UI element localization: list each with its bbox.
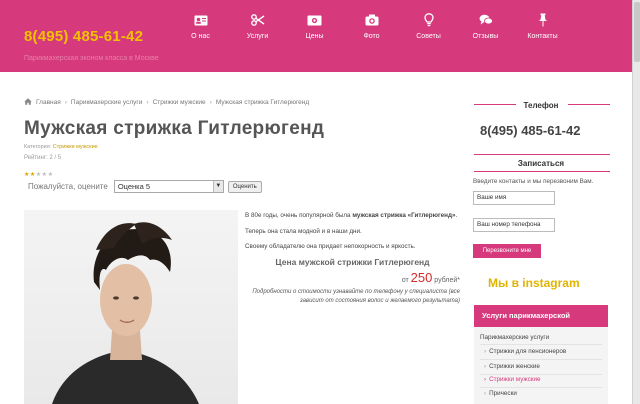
rating-form: Пожалуйста, оцените Оценка 5 ▼ Оценить: [28, 180, 262, 193]
service-item-label: Стрижки для пенсионеров: [489, 348, 567, 355]
price-row: от 250 рублей*: [245, 270, 460, 286]
lightbulb-icon: [400, 12, 457, 28]
divider: [480, 387, 602, 388]
divider: [474, 171, 610, 172]
price-note: Подробности о стоимости узнавайте по тел…: [252, 288, 460, 304]
service-item-active[interactable]: › Стрижки мужские: [484, 376, 541, 383]
article-bold-text: мужская стрижка «Гитлерюгенд»: [352, 212, 456, 219]
money-icon: [286, 12, 343, 28]
breadcrumb-separator: ›: [146, 99, 149, 106]
nav-services-label: Услуги: [246, 33, 269, 40]
site-header: 8(495) 485-61-42 Парикмахерская эконом к…: [0, 0, 632, 72]
services-widget-title: Услуги парикмахерской: [474, 305, 608, 327]
breadcrumb: Главная › Парикмахерские услуги › Стрижк…: [24, 98, 313, 107]
breadcrumb-separator: ›: [64, 99, 67, 106]
nav-photos[interactable]: Фото: [343, 12, 400, 40]
sidebar-phone[interactable]: 8(495) 485-61-42: [480, 123, 580, 138]
nav-about-label: О нас: [191, 33, 210, 40]
chevron-down-icon[interactable]: ▼: [212, 181, 223, 192]
sidebar-phone-title: Телефон: [523, 101, 559, 110]
pin-icon: [514, 12, 571, 28]
id-card-icon: [172, 12, 229, 28]
nav-reviews[interactable]: Отзывы: [457, 12, 514, 40]
callback-button[interactable]: Перезвоните мне: [473, 244, 541, 258]
nav-contacts-label: Контакты: [527, 33, 558, 40]
name-input[interactable]: Ваше имя: [473, 191, 555, 205]
rating-select-value: Оценка 5: [117, 182, 151, 191]
article-paragraph: В 80е годы, очень популярной была мужска…: [245, 211, 460, 221]
price-prefix: от: [401, 277, 409, 284]
header-phone[interactable]: 8(495) 485-61-42: [24, 28, 143, 45]
instagram-link[interactable]: Мы в instagram: [488, 276, 580, 290]
nav-about[interactable]: О нас: [172, 12, 229, 40]
divider: [480, 359, 602, 360]
service-item-label: Стрижки женские: [489, 363, 540, 370]
star-icon[interactable]: ★: [48, 172, 54, 178]
nav-photos-label: Фото: [363, 33, 380, 40]
phone-input[interactable]: Ваш номер телефона: [473, 218, 555, 232]
comments-icon: [457, 12, 514, 28]
breadcrumb-services[interactable]: Парикмахерские услуги: [71, 99, 142, 106]
breadcrumb-separator: ›: [209, 99, 212, 106]
breadcrumb-current: Мужская стрижка Гитлерюгенд: [215, 99, 310, 106]
rating-select[interactable]: Оценка 5 ▼: [113, 180, 224, 193]
scrollbar-thumb[interactable]: [634, 2, 640, 62]
article-text: В 80е годы, очень популярной была: [245, 212, 353, 219]
home-icon: [24, 98, 32, 107]
category-link[interactable]: Стрижки мужские: [53, 144, 98, 150]
divider: [480, 374, 602, 375]
price-title: Цена мужской стрижки Гитлерюгенд: [275, 256, 430, 267]
header-tagline: Парикмахерская эконом класса в Москве: [24, 55, 159, 62]
main-nav: О нас Услуги Цены Фото Советы Отзывы Кон…: [172, 12, 571, 40]
nav-services[interactable]: Услуги: [229, 12, 286, 40]
nav-prices[interactable]: Цены: [286, 12, 343, 40]
rate-button[interactable]: Оценить: [227, 180, 262, 193]
rating-stars: ★★★★★: [24, 171, 53, 178]
category-label: Категория:: [24, 144, 52, 150]
post-category: Категория: Стрижки мужские: [24, 144, 98, 150]
post-rating: Рейтинг: 2 / 5: [24, 155, 61, 161]
service-item-label: Стрижки мужские: [489, 376, 541, 383]
page-title: Мужская стрижка Гитлерюгенд: [24, 118, 325, 139]
breadcrumb-mens[interactable]: Стрижки мужские: [153, 99, 206, 106]
divider: [480, 344, 602, 345]
rating-prompt: Пожалуйста, оцените: [28, 182, 108, 191]
camera-icon: [343, 12, 400, 28]
nav-prices-label: Цены: [305, 33, 324, 40]
service-item-label: Прически: [489, 390, 517, 397]
scissors-icon: [229, 12, 286, 28]
page-scrollbar[interactable]: [632, 0, 640, 404]
article-paragraph: Теперь она стала модной и в наши дни.: [245, 227, 362, 235]
haircut-photo: [24, 210, 238, 404]
nav-reviews-label: Отзывы: [472, 33, 499, 40]
price-value: 250: [410, 270, 433, 285]
service-item[interactable]: › Стрижки женские: [484, 363, 540, 370]
price-suffix: рублей*: [434, 277, 460, 284]
breadcrumb-home[interactable]: Главная: [36, 99, 61, 106]
nav-tips[interactable]: Советы: [400, 12, 457, 40]
article-text: .: [455, 212, 458, 219]
nav-contacts[interactable]: Контакты: [514, 12, 571, 40]
article-body: В 80е годы, очень популярной была мужска…: [245, 211, 460, 306]
sidebar-signup-title: Записаться: [517, 159, 565, 168]
divider: [474, 154, 610, 155]
signup-description: Введите контакты и мы перезвоним Вам.: [473, 178, 594, 185]
article-paragraph: Своему обладателю она придает непокорнос…: [245, 243, 416, 250]
rating-value: 2 / 5: [49, 155, 62, 161]
rating-label: Рейтинг:: [24, 155, 48, 161]
nav-tips-label: Советы: [416, 33, 441, 40]
service-item[interactable]: › Прически: [484, 390, 517, 397]
services-root-link[interactable]: Парикмахерские услуги: [480, 334, 549, 341]
service-item[interactable]: › Стрижки для пенсионеров: [484, 348, 566, 355]
